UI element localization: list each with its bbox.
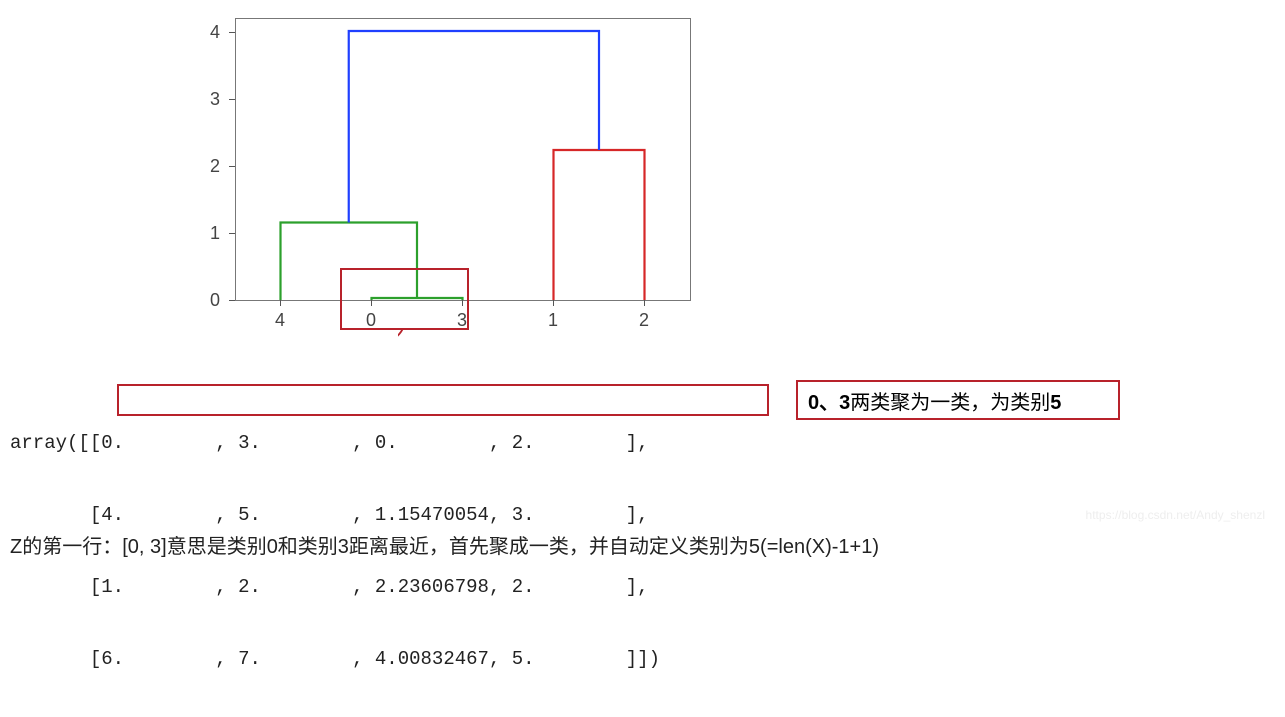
note-bold-2: 5 — [1050, 392, 1061, 414]
annotation-box: 0、3两类聚为一类，为类别5 — [796, 380, 1120, 420]
cluster-blue — [349, 31, 599, 223]
array-row-1: [4. , 5. , 1.15470054, 3. ], — [10, 501, 660, 529]
note-bold-1: 0、3 — [808, 392, 850, 414]
dendrogram-svg — [235, 18, 690, 300]
array-row-2: [1. , 2. , 2.23606798, 2. ], — [10, 573, 660, 601]
highlight-box-row — [117, 384, 769, 416]
array-row-3: [6. , 7. , 4.00832467, 5. ]]) — [10, 645, 660, 673]
array-row-0: array([[0. , 3. , 0. , 2. ], — [10, 429, 660, 457]
caption-text: Z的第一行：[0, 3]意思是类别0和类别3距离最近，首先聚成一类，并自动定义类… — [10, 530, 879, 559]
x-label-3: 1 — [548, 310, 558, 331]
y-tick-3: 3 — [210, 89, 220, 110]
y-tick-2: 2 — [210, 156, 220, 177]
figure-container: 0 1 2 3 4 4 0 3 1 2 — [10, 10, 1275, 552]
watermark: https://blog.csdn.net/Andy_shenzl — [1086, 508, 1265, 522]
x-label-4: 2 — [639, 310, 649, 331]
note-mid: 两类聚为一类，为类别 — [850, 392, 1050, 414]
x-label-0: 4 — [275, 310, 285, 331]
cluster-red — [554, 150, 645, 300]
y-tick-4: 4 — [210, 22, 220, 43]
highlight-box-chart — [340, 268, 469, 330]
y-tick-1: 1 — [210, 223, 220, 244]
y-tick-0: 0 — [210, 290, 220, 311]
